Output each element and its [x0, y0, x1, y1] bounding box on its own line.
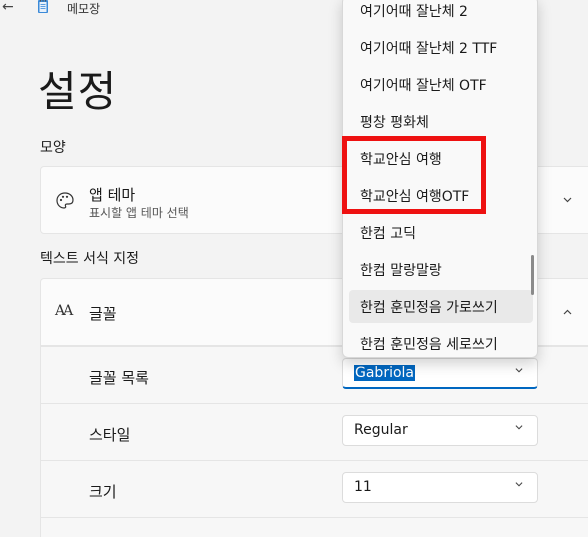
- font-list-label: 글꼴 목록: [89, 369, 149, 387]
- section-label-text-format: 텍스트 서식 지정: [40, 251, 140, 267]
- dropdown-item-hovered[interactable]: 한컴 훈민정음 가로쓰기: [349, 290, 533, 323]
- chevron-down-icon: [515, 425, 523, 430]
- dropdown-item[interactable]: 평창 평화체: [349, 105, 533, 138]
- size-select[interactable]: 11: [342, 472, 538, 503]
- app-theme-subtitle: 표시할 앱 테마 선택: [89, 206, 189, 220]
- size-label: 크기: [89, 483, 117, 501]
- style-value: Regular: [354, 422, 408, 438]
- palette-icon: [56, 192, 74, 209]
- font-size-icon: AA: [55, 303, 73, 319]
- font-list-select[interactable]: Gabriola: [342, 358, 538, 389]
- dropdown-item[interactable]: 여기어때 잘난체 2 TTF: [349, 31, 533, 64]
- next-row: [40, 517, 588, 537]
- page-title: 설정: [38, 67, 118, 116]
- font-title: 글꼴: [89, 305, 117, 323]
- dropdown-item[interactable]: 한컴 고딕: [349, 216, 533, 249]
- dropdown-item[interactable]: 한컴 훈민정음 세로쓰기: [349, 327, 533, 357]
- app-theme-title: 앱 테마: [89, 186, 136, 204]
- style-label: 스타일: [89, 426, 131, 444]
- chevron-down-icon: [563, 197, 572, 203]
- dropdown-scrollbar[interactable]: [531, 255, 534, 295]
- dropdown-item[interactable]: 여기어때 잘난체 OTF: [349, 68, 533, 101]
- chevron-up-icon[interactable]: [563, 308, 572, 317]
- red-highlight-box: [342, 136, 486, 214]
- style-select[interactable]: Regular: [342, 415, 538, 446]
- chevron-down-icon: [515, 368, 523, 373]
- size-value: 11: [354, 479, 372, 495]
- dropdown-item[interactable]: 한컴 말랑말랑: [349, 253, 533, 286]
- app-title: 메모장: [67, 2, 101, 16]
- notepad-app-icon: [38, 0, 48, 13]
- font-list-value: Gabriola: [354, 365, 415, 381]
- section-label-appearance: 모양: [40, 140, 66, 156]
- dropdown-item[interactable]: 여기어때 잘난체 2: [349, 0, 533, 27]
- back-arrow-icon[interactable]: ←: [2, 0, 14, 15]
- chevron-down-icon: [515, 482, 523, 487]
